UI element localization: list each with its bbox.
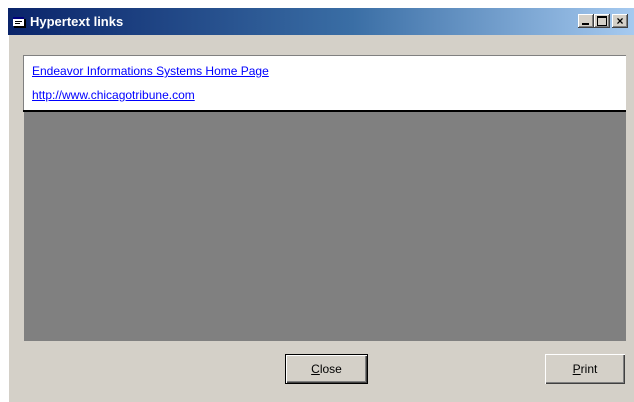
print-button-label: rint	[580, 362, 598, 376]
close-button[interactable]: Close	[285, 354, 368, 384]
links-list: Endeavor Informations Systems Home Page …	[23, 55, 626, 112]
print-button[interactable]: Print	[545, 354, 625, 384]
close-window-button[interactable]: ×	[612, 14, 628, 28]
empty-content-area	[24, 112, 626, 341]
maximize-button[interactable]	[594, 14, 610, 28]
link-endeavor-home[interactable]: Endeavor Informations Systems Home Page	[32, 64, 269, 78]
print-button-mnemonic: P	[572, 362, 581, 376]
hypertext-links-window: Hypertext links × Endeavor Informations …	[8, 8, 634, 402]
close-button-label: lose	[319, 362, 342, 376]
minimize-icon	[582, 23, 589, 25]
app-window-icon	[13, 17, 26, 28]
maximize-icon	[597, 16, 607, 26]
link-chicago-tribune[interactable]: http://www.chicagotribune.com	[32, 88, 195, 102]
title-bar[interactable]: Hypertext links ×	[8, 8, 634, 35]
close-icon: ×	[616, 14, 624, 28]
minimize-button[interactable]	[578, 14, 594, 28]
window-title: Hypertext links	[30, 14, 124, 29]
close-button-mnemonic: C	[311, 362, 320, 376]
